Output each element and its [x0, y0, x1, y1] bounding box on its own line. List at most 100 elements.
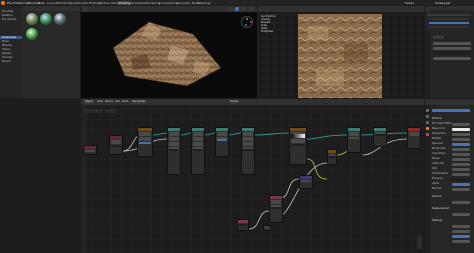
list-item[interactable]: Volumes	[0, 56, 22, 59]
prop-emission-field[interactable]	[452, 177, 470, 181]
node-mix-shader[interactable]	[347, 127, 361, 153]
node-socket-row[interactable]	[301, 179, 311, 182]
section-settings[interactable]: Settings	[432, 219, 472, 223]
node-socket-row[interactable]	[291, 134, 305, 138]
thumbnail-hdri[interactable]	[26, 28, 38, 40]
node-header[interactable]	[408, 128, 420, 131]
menu-help[interactable]: Help	[38, 1, 45, 5]
node-socket-row[interactable]	[193, 134, 203, 136]
image-editor[interactable]: Sun Direction Intensity Strength Scale D…	[258, 6, 424, 98]
navigation-gizmo[interactable]	[241, 16, 253, 28]
node-bump[interactable]	[299, 175, 313, 189]
thumbnail-hdri[interactable]	[26, 13, 38, 25]
node-socket-row[interactable]	[193, 139, 203, 141]
scene-selector[interactable]: Scene	[405, 1, 414, 5]
section-surface[interactable]: Surface	[432, 117, 472, 121]
outliner-row[interactable]	[429, 18, 469, 20]
node-header[interactable]	[270, 196, 282, 199]
node-float-chain[interactable]	[191, 127, 205, 175]
prop-field[interactable]	[433, 57, 471, 61]
node-socket-row[interactable]	[271, 207, 281, 209]
section-volume[interactable]: Volume	[432, 195, 472, 199]
thumbnail-hdri[interactable]	[40, 13, 52, 25]
node-header[interactable]	[238, 220, 248, 223]
node-socket-row[interactable]	[291, 143, 305, 146]
axis-z-dot[interactable]	[245, 24, 248, 27]
prop-ior-field[interactable]	[452, 167, 470, 171]
node-texture-coordinate[interactable]	[83, 145, 97, 155]
node-socket-row[interactable]	[111, 142, 121, 144]
node-float-chain[interactable]	[241, 127, 255, 175]
node-color-mix[interactable]	[327, 149, 337, 165]
node-header[interactable]	[192, 128, 204, 131]
node-socket-row[interactable]	[139, 134, 151, 136]
prop-metallic-field[interactable]	[452, 137, 470, 141]
prop-specular-field[interactable]	[452, 142, 470, 146]
axis-y-dot[interactable]	[246, 18, 249, 21]
node-header[interactable]	[374, 128, 386, 131]
node-header[interactable]	[300, 176, 312, 179]
shading-solid-icon[interactable]	[229, 7, 233, 11]
list-item[interactable]: Pictures	[0, 44, 22, 47]
volume-field[interactable]	[452, 200, 470, 204]
node-small[interactable]	[263, 225, 271, 231]
node-socket-row[interactable]	[243, 144, 253, 146]
editor-type-icon[interactable]	[83, 7, 87, 11]
prop-field[interactable]	[433, 42, 471, 46]
list-item[interactable]: Desktop	[0, 14, 22, 17]
axis-x-dot[interactable]	[250, 21, 253, 24]
node-float-chain[interactable]	[215, 127, 229, 157]
shader-node-editor[interactable]: Object View Select Add Node Use Nodes Te…	[81, 99, 424, 253]
node-socket-row[interactable]	[169, 134, 179, 136]
node-socket-row[interactable]	[193, 149, 203, 151]
menu-file[interactable]: File	[7, 1, 12, 5]
node-socket-row[interactable]	[349, 134, 359, 136]
prop-anisotropic-field[interactable]	[452, 152, 470, 156]
node-socket-row[interactable]	[329, 156, 335, 158]
material-slot-field[interactable]	[432, 109, 470, 113]
output-tab-icon[interactable]	[426, 115, 429, 118]
list-item[interactable]: Videos	[0, 48, 22, 51]
node-socket-row[interactable]	[111, 144, 121, 147]
material-tab-icon[interactable]	[426, 133, 429, 136]
settings-field[interactable]	[452, 224, 470, 228]
object-tab-icon[interactable]	[426, 127, 429, 130]
3d-viewport[interactable]	[81, 6, 257, 98]
list-item[interactable]: Downloads	[0, 36, 22, 39]
prop-alpha-field[interactable]	[452, 182, 470, 186]
prop-field[interactable]	[433, 47, 471, 51]
node-socket-row[interactable]	[193, 144, 203, 146]
node-header[interactable]	[168, 128, 180, 131]
node-principled-bsdf[interactable]	[373, 127, 387, 147]
prop-clearcoat-field[interactable]	[452, 162, 470, 166]
node-header[interactable]	[264, 226, 270, 229]
node-socket-row[interactable]	[139, 139, 151, 141]
prop-field[interactable]	[433, 52, 471, 56]
outliner-row[interactable]	[429, 22, 469, 24]
node-header[interactable]	[138, 128, 152, 131]
settings-field[interactable]	[452, 234, 470, 238]
node-displacement[interactable]	[269, 195, 283, 223]
prop-subsurface-field[interactable]	[452, 132, 470, 136]
node-mapping[interactable]	[109, 135, 123, 155]
node-header[interactable]	[290, 128, 306, 131]
settings-field[interactable]	[452, 229, 470, 233]
node-socket-row[interactable]	[139, 141, 151, 144]
node-header[interactable]	[216, 128, 228, 131]
node-value-input[interactable]	[237, 219, 249, 231]
list-item[interactable]: Documents	[0, 18, 22, 21]
node-socket-row[interactable]	[271, 202, 281, 204]
surface-shader-field[interactable]	[452, 122, 470, 126]
prop-base-color-field[interactable]	[452, 127, 470, 131]
node-editor-zoom-widget[interactable]	[417, 235, 422, 249]
node-socket-row[interactable]	[243, 149, 253, 151]
section-displacement[interactable]: Displacement	[432, 207, 472, 211]
outliner-row[interactable]	[427, 14, 471, 16]
node-socket-row[interactable]	[291, 141, 305, 143]
overlays-icon[interactable]	[249, 7, 253, 11]
node-socket-row[interactable]	[85, 149, 95, 152]
node-socket-row[interactable]	[169, 144, 179, 146]
node-header[interactable]	[348, 128, 360, 131]
node-socket-row[interactable]	[239, 223, 247, 226]
node-socket-row[interactable]	[409, 134, 419, 136]
